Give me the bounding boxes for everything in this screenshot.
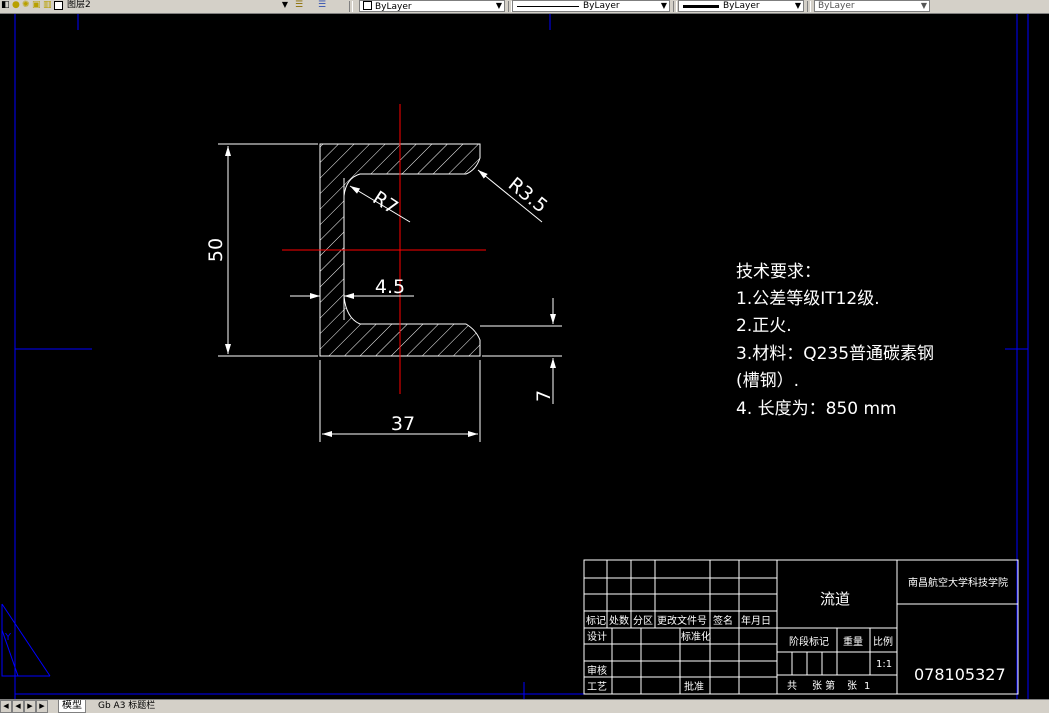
process-label: 工艺 — [587, 681, 607, 693]
chevron-down-icon: ▼ — [495, 1, 502, 10]
layer-name: 图层2 — [67, 0, 91, 10]
drawing-area[interactable]: Y 50 37 4.5 7 R7 R3.5 技术要求： 1.公差等级IT12级.… — [0, 14, 1049, 699]
toolbar-separator — [807, 1, 811, 12]
col-change-doc: 更改文件号 — [657, 614, 707, 627]
technical-notes: 技术要求： 1.公差等级IT12级. 2.正火. 3.材料：Q235普通碳素钢 … — [736, 262, 934, 419]
design-label: 设计 — [587, 630, 607, 643]
chevron-down-icon: ▼ — [281, 0, 288, 9]
sheet-index: 1 — [864, 681, 870, 692]
standardize-label: 标准化 — [681, 630, 711, 643]
part-name: 流道 — [820, 590, 850, 608]
tab-layout[interactable]: Gb A3 标题栏 — [98, 700, 155, 712]
chevron-down-icon: ▼ — [920, 1, 927, 10]
note-line: 技术要求： — [736, 262, 821, 282]
sheets-label: 共 — [787, 680, 797, 692]
col-count: 处数 — [609, 614, 629, 627]
layer-manager-icon[interactable]: ◧ — [1, 1, 10, 10]
plotstyle-dropdown[interactable]: ByLayer ▼ — [814, 0, 930, 12]
layer-color-swatch — [54, 1, 63, 10]
chevron-down-icon: ▼ — [794, 1, 801, 10]
note-line: 3.材料：Q235普通碳素钢 — [736, 344, 934, 364]
layer-lock-icon[interactable]: ▣ — [32, 1, 41, 10]
col-zone: 分区 — [633, 615, 653, 627]
drawing-canvas[interactable]: Y 50 37 4.5 7 R7 R3.5 技术要求： 1.公差等级IT12级.… — [0, 14, 1049, 699]
linetype-preview — [517, 6, 579, 7]
drawing-number: 078105327 — [914, 665, 1006, 684]
chevron-down-icon: ▼ — [660, 1, 667, 10]
sheet-no-label: 张 — [847, 680, 857, 692]
lineweight-value: ByLayer — [723, 1, 760, 11]
layer-previous-icon[interactable]: ☰ — [318, 1, 334, 10]
ucs-icon: Y — [1, 603, 51, 677]
make-current-layer-icon[interactable]: ☰ — [295, 1, 311, 10]
approve-label: 批准 — [684, 680, 704, 693]
plotstyle-value: ByLayer — [818, 1, 855, 11]
school-name: 南昌航空大学科技学院 — [908, 576, 1008, 589]
dim-height-text: 50 — [205, 238, 227, 262]
layer-plot-icon[interactable]: ▥ — [43, 1, 52, 10]
layer-freeze-icon[interactable]: ✺ — [22, 1, 31, 10]
note-line: 1.公差等级IT12级. — [736, 289, 880, 309]
svg-text:Y: Y — [4, 632, 12, 643]
dim-flange-text: 7 — [533, 390, 555, 402]
linetype-dropdown[interactable]: ByLayer ▼ — [512, 0, 670, 12]
lineweight-dropdown[interactable]: ByLayer ▼ — [678, 0, 804, 12]
sheets-unit: 张 第 — [812, 679, 835, 692]
layer-dropdown[interactable]: 图层2 ▼ — [64, 0, 290, 12]
color-swatch — [363, 1, 372, 10]
note-line: 2.正火. — [736, 316, 792, 336]
lineweight-preview — [683, 5, 719, 8]
prev-tab-icon[interactable]: ◀ — [12, 700, 24, 713]
scale-value: 1:1 — [876, 659, 892, 670]
layout-tab-bar: ◀ ◀ ▶ ▶ 模型 Gb A3 标题栏 — [0, 699, 1049, 713]
col-mark: 标记 — [586, 615, 606, 627]
toolbar-separator — [673, 1, 677, 12]
linetype-value: ByLayer — [583, 1, 620, 11]
dimension-texts: 50 37 4.5 7 R7 R3.5 — [205, 173, 555, 435]
properties-toolbar: ◧ ● ✺ ▣ ▥ 图层2 ▼ ☰ ☰ ByLayer ▼ ByLayer ▼ … — [0, 0, 1049, 14]
col-signature: 签名 — [713, 614, 733, 627]
dim-web-text: 4.5 — [375, 276, 405, 298]
scale-label: 比例 — [873, 635, 893, 648]
color-dropdown[interactable]: ByLayer ▼ — [359, 0, 505, 12]
color-value: ByLayer — [375, 2, 412, 12]
review-label: 审核 — [587, 664, 607, 677]
dim-width-text: 37 — [391, 413, 415, 435]
first-tab-icon[interactable]: ◀ — [0, 700, 12, 713]
tab-model[interactable]: 模型 — [58, 700, 86, 713]
toolbar-separator — [349, 1, 353, 12]
next-tab-icon[interactable]: ▶ — [24, 700, 36, 713]
weight-label: 重量 — [843, 635, 863, 648]
last-tab-icon[interactable]: ▶ — [36, 700, 48, 713]
layer-on-icon[interactable]: ● — [12, 1, 21, 10]
stage-mark-label: 阶段标记 — [789, 635, 829, 648]
note-line: 4. 长度为：850 mm — [736, 399, 897, 419]
col-date: 年月日 — [741, 614, 771, 627]
note-line: (槽钢）. — [736, 371, 799, 391]
